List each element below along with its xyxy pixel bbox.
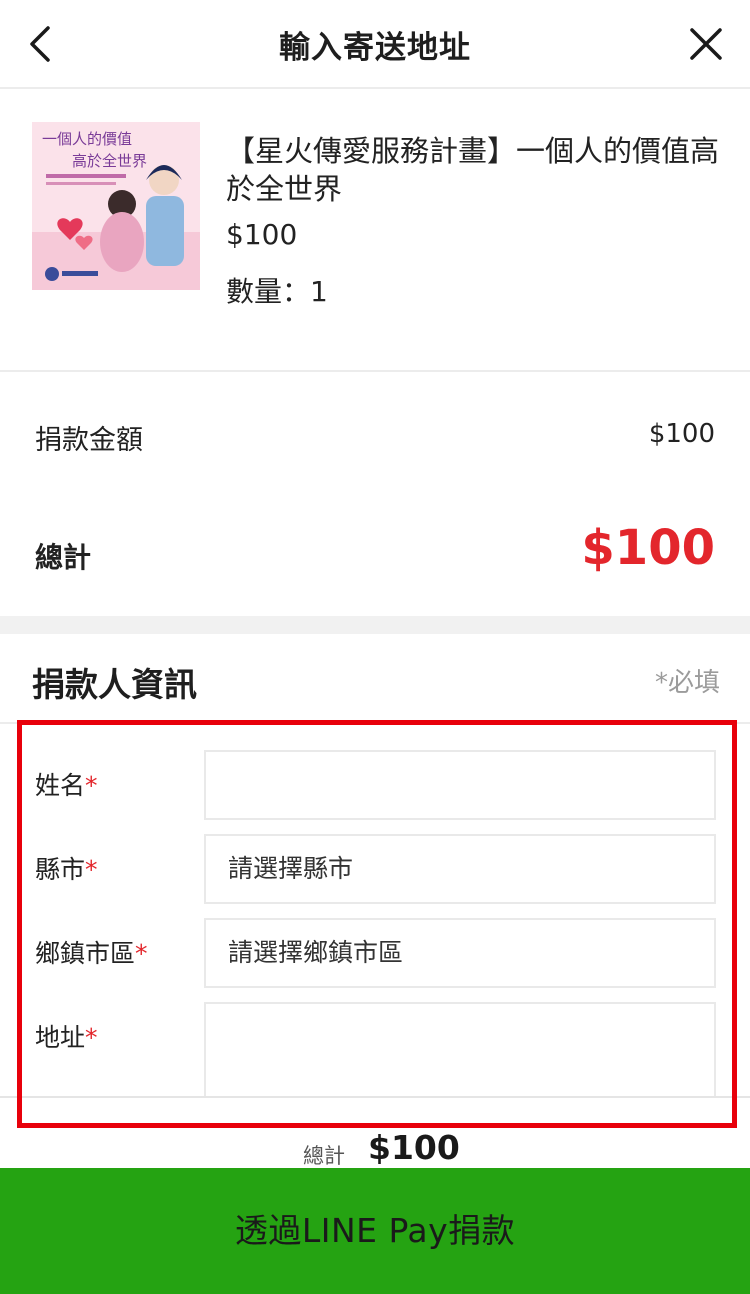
page-title: 輸入寄送地址: [279, 30, 471, 66]
name-input[interactable]: [204, 750, 716, 820]
product-card: 一個人的價值 高於全世界 【星火傳愛服務計畫】一個人的價值高於全世界 $100 …: [0, 90, 750, 372]
thumbnail-headline-1: 一個人的價值: [42, 130, 132, 148]
section-divider: [0, 616, 750, 634]
district-label-text: 鄉鎮市區: [35, 939, 136, 968]
product-name: 【星火傳愛服務計畫】一個人的價值高於全世界: [226, 134, 720, 206]
name-label-text: 姓名: [35, 771, 86, 800]
required-star: *: [85, 855, 98, 884]
address-input[interactable]: [204, 1002, 716, 1096]
thumbnail-headline-2: 高於全世界: [72, 152, 147, 170]
district-label: 鄉鎮市區*: [35, 934, 148, 970]
address-label-text: 地址: [35, 1023, 86, 1052]
total-value: $100: [581, 520, 715, 576]
amount-summary: 捐款金額 $100 總計 $100: [0, 374, 750, 616]
city-label-text: 縣市: [35, 855, 86, 884]
required-note: *必填: [654, 668, 720, 698]
total-label: 總計: [35, 541, 92, 574]
city-select[interactable]: 請選擇縣市: [204, 834, 716, 904]
footer-total-value: $100: [368, 1128, 460, 1167]
city-label: 縣市*: [35, 850, 98, 886]
required-star: *: [135, 939, 148, 968]
close-icon[interactable]: [686, 24, 726, 64]
footer-total-label: 總計: [303, 1144, 345, 1168]
donor-section-header: 捐款人資訊 *必填: [0, 634, 750, 724]
donor-heading: 捐款人資訊: [32, 665, 197, 704]
product-price: $100: [226, 218, 298, 251]
line-pay-donate-button[interactable]: 透過LINE Pay捐款: [0, 1168, 750, 1294]
required-star: *: [85, 1023, 98, 1052]
product-thumbnail: 一個人的價值 高於全世界: [32, 122, 200, 290]
name-label: 姓名*: [35, 766, 98, 802]
required-star: *: [85, 771, 98, 800]
address-label: 地址*: [35, 1018, 98, 1054]
donation-amount-label: 捐款金額: [35, 425, 143, 456]
product-quantity: 數量：1: [226, 275, 328, 308]
donation-amount-value: $100: [648, 419, 715, 449]
footer-total-bar: 總計 $100: [0, 1096, 750, 1168]
app-header: 輸入寄送地址: [0, 0, 750, 89]
district-select[interactable]: 請選擇鄉鎮市區: [204, 918, 716, 988]
donor-form: 姓名* 縣市* 請選擇縣市 鄉鎮市區* 請選擇鄉鎮市區 地址*: [0, 726, 750, 1096]
